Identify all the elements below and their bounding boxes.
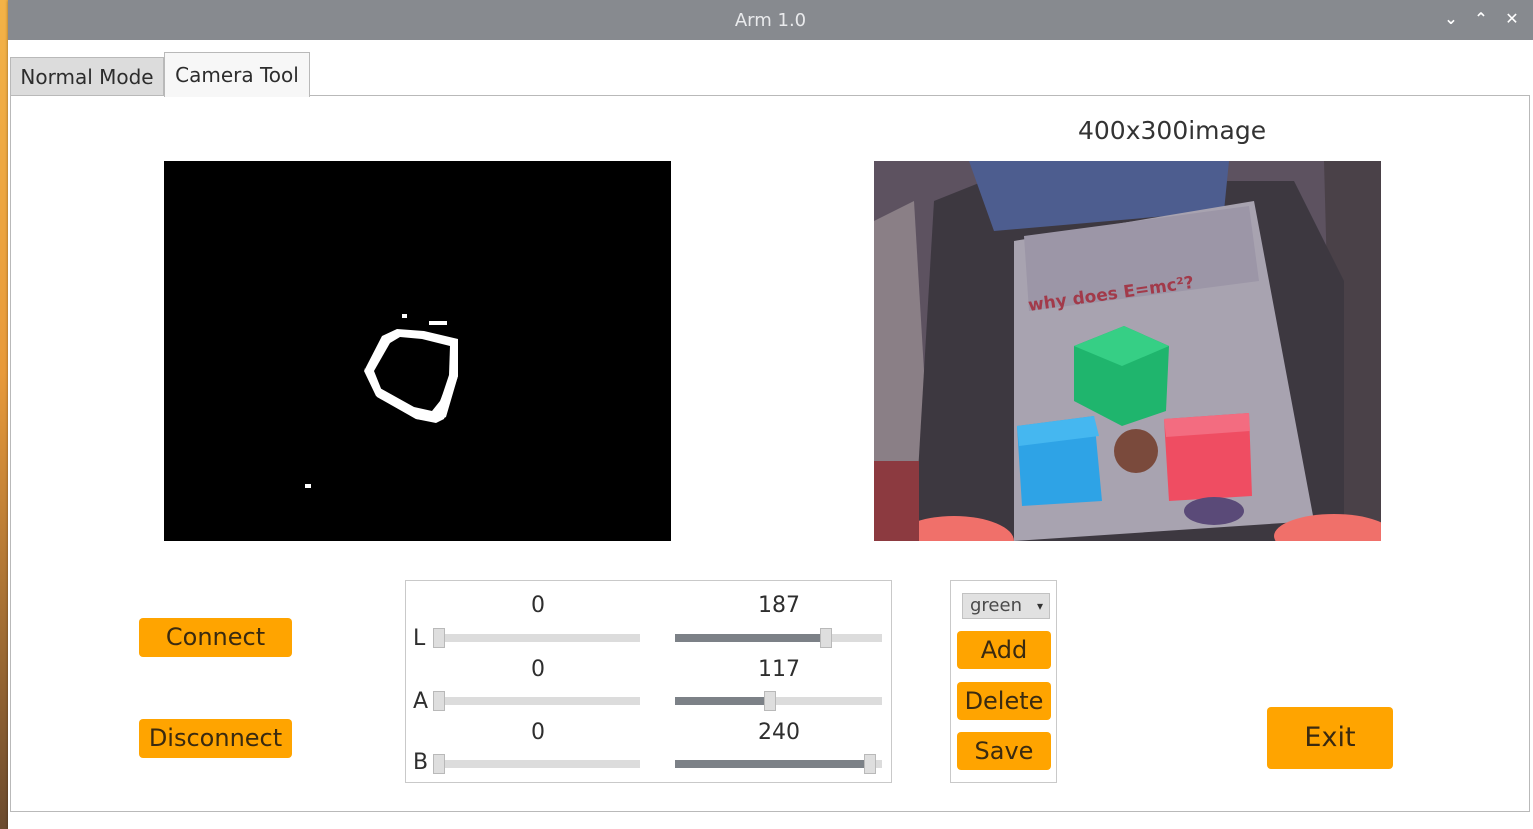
slider-fill [675, 634, 827, 642]
tab-normal-mode[interactable]: Normal Mode [10, 57, 164, 95]
minimize-icon[interactable]: ⌄ [1440, 8, 1462, 30]
slider-handle[interactable] [433, 754, 445, 774]
slider-handle[interactable] [433, 691, 445, 711]
slider-handle[interactable] [764, 691, 777, 711]
slider-handle[interactable] [433, 628, 445, 648]
add-button[interactable]: Add [957, 631, 1051, 669]
l-min-value: 0 [531, 593, 545, 618]
tab-camera-tool[interactable]: Camera Tool [164, 52, 310, 97]
mask-view [164, 161, 671, 541]
camera-image: why does E=mc²? [874, 161, 1381, 541]
maximize-icon[interactable]: ⌃ [1470, 8, 1492, 30]
save-button[interactable]: Save [957, 732, 1051, 770]
b-min-value: 0 [531, 720, 545, 745]
l-max-slider[interactable] [675, 628, 882, 648]
slider-fill [675, 697, 771, 705]
window-title: Arm 1.0 [734, 10, 807, 31]
slider-handle[interactable] [820, 628, 833, 648]
slider-handle[interactable] [863, 754, 876, 774]
l-channel-label: L [413, 626, 426, 651]
disconnect-button[interactable]: Disconnect [139, 719, 292, 758]
slider-fill [675, 760, 870, 768]
mask-image [305, 314, 458, 488]
image-caption: 400x300image [1078, 116, 1267, 145]
b-max-slider[interactable] [675, 754, 882, 774]
chevron-down-icon: ▾ [1036, 599, 1043, 613]
l-min-slider[interactable] [433, 628, 640, 648]
l-max-value: 187 [758, 593, 800, 618]
a-channel-label: A [413, 689, 429, 714]
a-min-slider[interactable] [433, 691, 640, 711]
title-bar: Arm 1.0 ⌄ ⌃ ✕ [8, 0, 1533, 40]
a-max-value: 117 [758, 657, 800, 682]
delete-button[interactable]: Delete [957, 682, 1051, 720]
connect-button[interactable]: Connect [139, 618, 292, 657]
a-min-value: 0 [531, 657, 545, 682]
close-icon[interactable]: ✕ [1501, 8, 1523, 30]
color-select-value: green [970, 595, 1022, 616]
color-select[interactable]: green ▾ [962, 593, 1050, 619]
b-channel-label: B [413, 750, 429, 775]
app-window: Arm 1.0 ⌄ ⌃ ✕ Normal Mode Camera Tool 40… [8, 0, 1533, 829]
b-max-value: 240 [758, 720, 800, 745]
camera-view: why does E=mc²? [874, 161, 1381, 541]
a-max-slider[interactable] [675, 691, 882, 711]
b-min-slider[interactable] [433, 754, 640, 774]
exit-button[interactable]: Exit [1267, 707, 1393, 769]
